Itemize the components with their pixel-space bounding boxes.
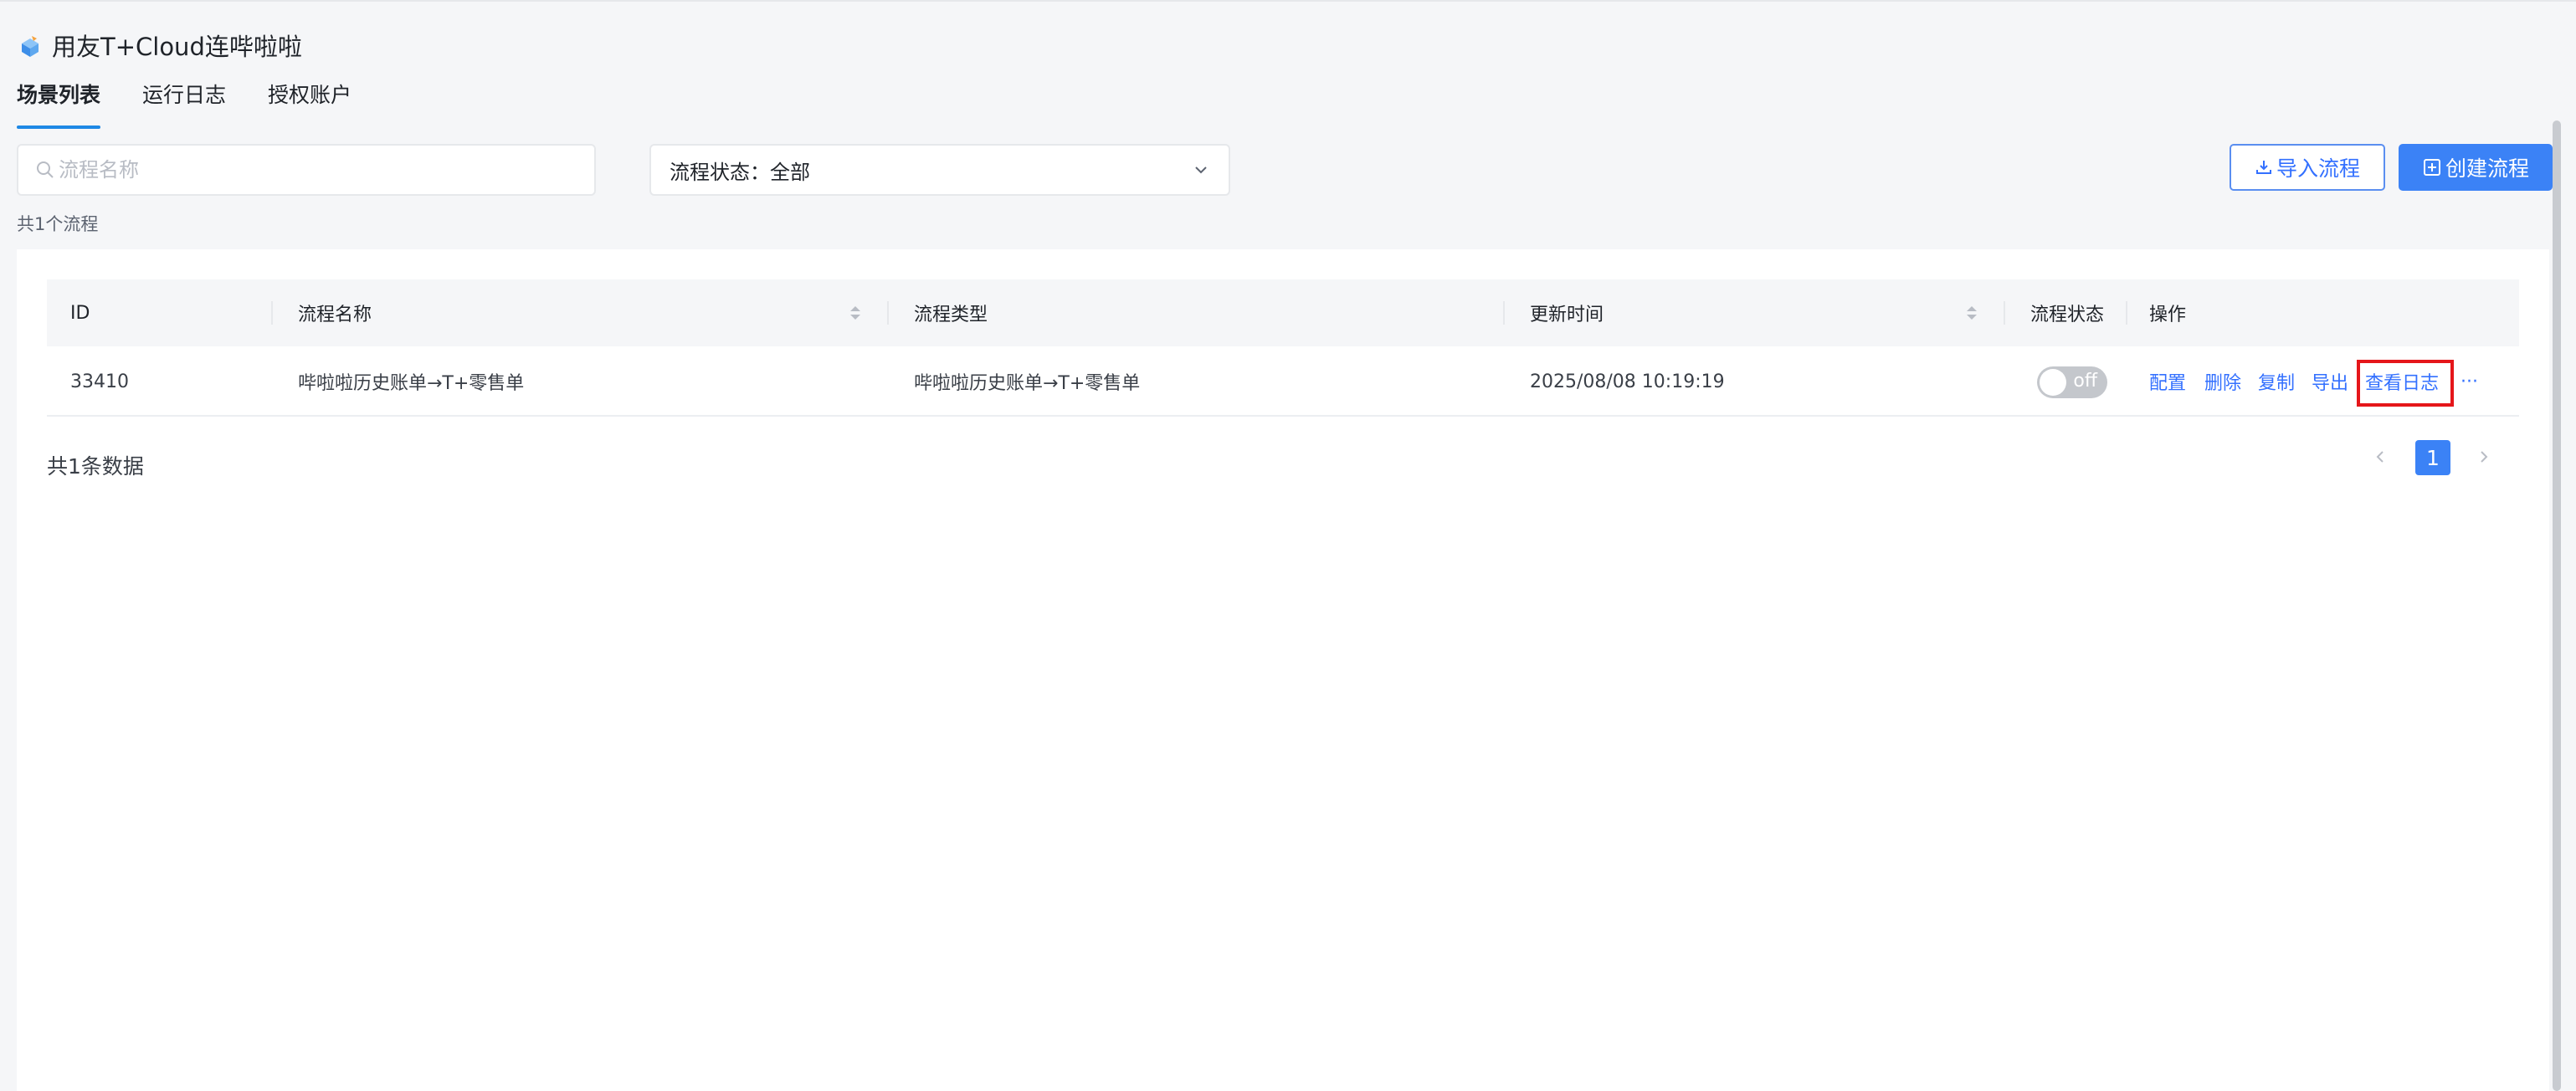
column-divider [2004, 301, 2005, 325]
column-header-status: 流程状态 [2030, 305, 2105, 325]
delete-link[interactable]: 删除 [2204, 346, 2241, 417]
create-flow-button[interactable]: 创建流程 [2399, 144, 2553, 191]
tab-bar: 场景列表 运行日志 授权账户 [17, 77, 393, 129]
sort-icon[interactable] [849, 301, 862, 325]
top-divider [0, 0, 2576, 2]
app-title: 用友T+Cloud连哔啦啦 [52, 33, 302, 61]
flow-table: ID 流程名称 流程类型 更新时间 流程状态 操作 33410 哔啦啦历史账单→… [47, 279, 2519, 417]
chevron-down-icon [1195, 166, 1207, 174]
cell-id: 33410 [70, 371, 129, 392]
download-icon [2255, 161, 2271, 174]
cell-updated: 2025/08/08 10:19:19 [1530, 371, 1725, 392]
app-header: 用友T+Cloud连哔啦啦 [17, 28, 302, 65]
import-flow-label: 导入流程 [2276, 156, 2360, 181]
column-header-actions: 操作 [2149, 305, 2187, 325]
sort-icon[interactable] [1965, 301, 1978, 325]
table-card: ID 流程名称 流程类型 更新时间 流程状态 操作 33410 哔啦啦历史账单→… [17, 249, 2549, 1091]
table-row: 33410 哔啦啦历史账单→T+零售单 哔啦啦历史账单→T+零售单 2025/0… [47, 346, 2519, 417]
flow-count: 共1个流程 [17, 214, 99, 234]
status-toggle[interactable]: off [2037, 366, 2107, 398]
plus-square-icon [2423, 159, 2440, 176]
toggle-knob [2040, 369, 2066, 396]
column-divider [1503, 301, 1505, 325]
table-header: ID 流程名称 流程类型 更新时间 流程状态 操作 [47, 279, 2519, 346]
chevron-left-icon [2376, 451, 2384, 463]
tab-auth-accounts[interactable]: 授权账户 [268, 77, 352, 124]
column-divider [271, 301, 273, 325]
next-page-button[interactable] [2469, 440, 2499, 474]
column-divider [887, 301, 889, 325]
highlight-box [2357, 360, 2454, 407]
column-header-type: 流程类型 [914, 305, 988, 325]
app-logo-icon [22, 36, 38, 57]
toggle-label: off [2073, 371, 2097, 392]
more-actions-button[interactable]: ··· [2461, 346, 2478, 417]
tab-run-log[interactable]: 运行日志 [142, 77, 226, 124]
status-filter-value: 流程状态：全部 [670, 160, 810, 184]
search-input[interactable] [59, 158, 561, 182]
configure-link[interactable]: 配置 [2149, 346, 2186, 417]
export-link[interactable]: 导出 [2312, 346, 2348, 417]
chevron-right-icon [2481, 451, 2488, 463]
tab-scene-list[interactable]: 场景列表 [17, 77, 101, 129]
column-header-updated: 更新时间 [1530, 305, 1604, 325]
page: 用友T+Cloud连哔啦啦 场景列表 运行日志 授权账户 流程状态：全部 导入流… [0, 0, 2576, 1091]
total-records: 共1条数据 [47, 454, 144, 479]
status-filter-select[interactable]: 流程状态：全部 [649, 144, 1230, 196]
cell-name: 哔啦啦历史账单→T+零售单 [298, 373, 525, 394]
page-number-button[interactable]: 1 [2415, 440, 2450, 475]
column-header-id: ID [70, 302, 90, 324]
column-divider [2126, 301, 2127, 325]
prev-page-button[interactable] [2365, 440, 2395, 474]
import-flow-button[interactable]: 导入流程 [2230, 144, 2385, 191]
search-icon [37, 161, 54, 178]
cell-type: 哔啦啦历史账单→T+零售单 [914, 373, 1141, 394]
column-header-name: 流程名称 [298, 305, 372, 325]
search-field[interactable] [17, 144, 596, 196]
copy-link[interactable]: 复制 [2258, 346, 2295, 417]
create-flow-label: 创建流程 [2445, 156, 2529, 181]
vertical-scrollbar[interactable] [2553, 120, 2561, 1091]
